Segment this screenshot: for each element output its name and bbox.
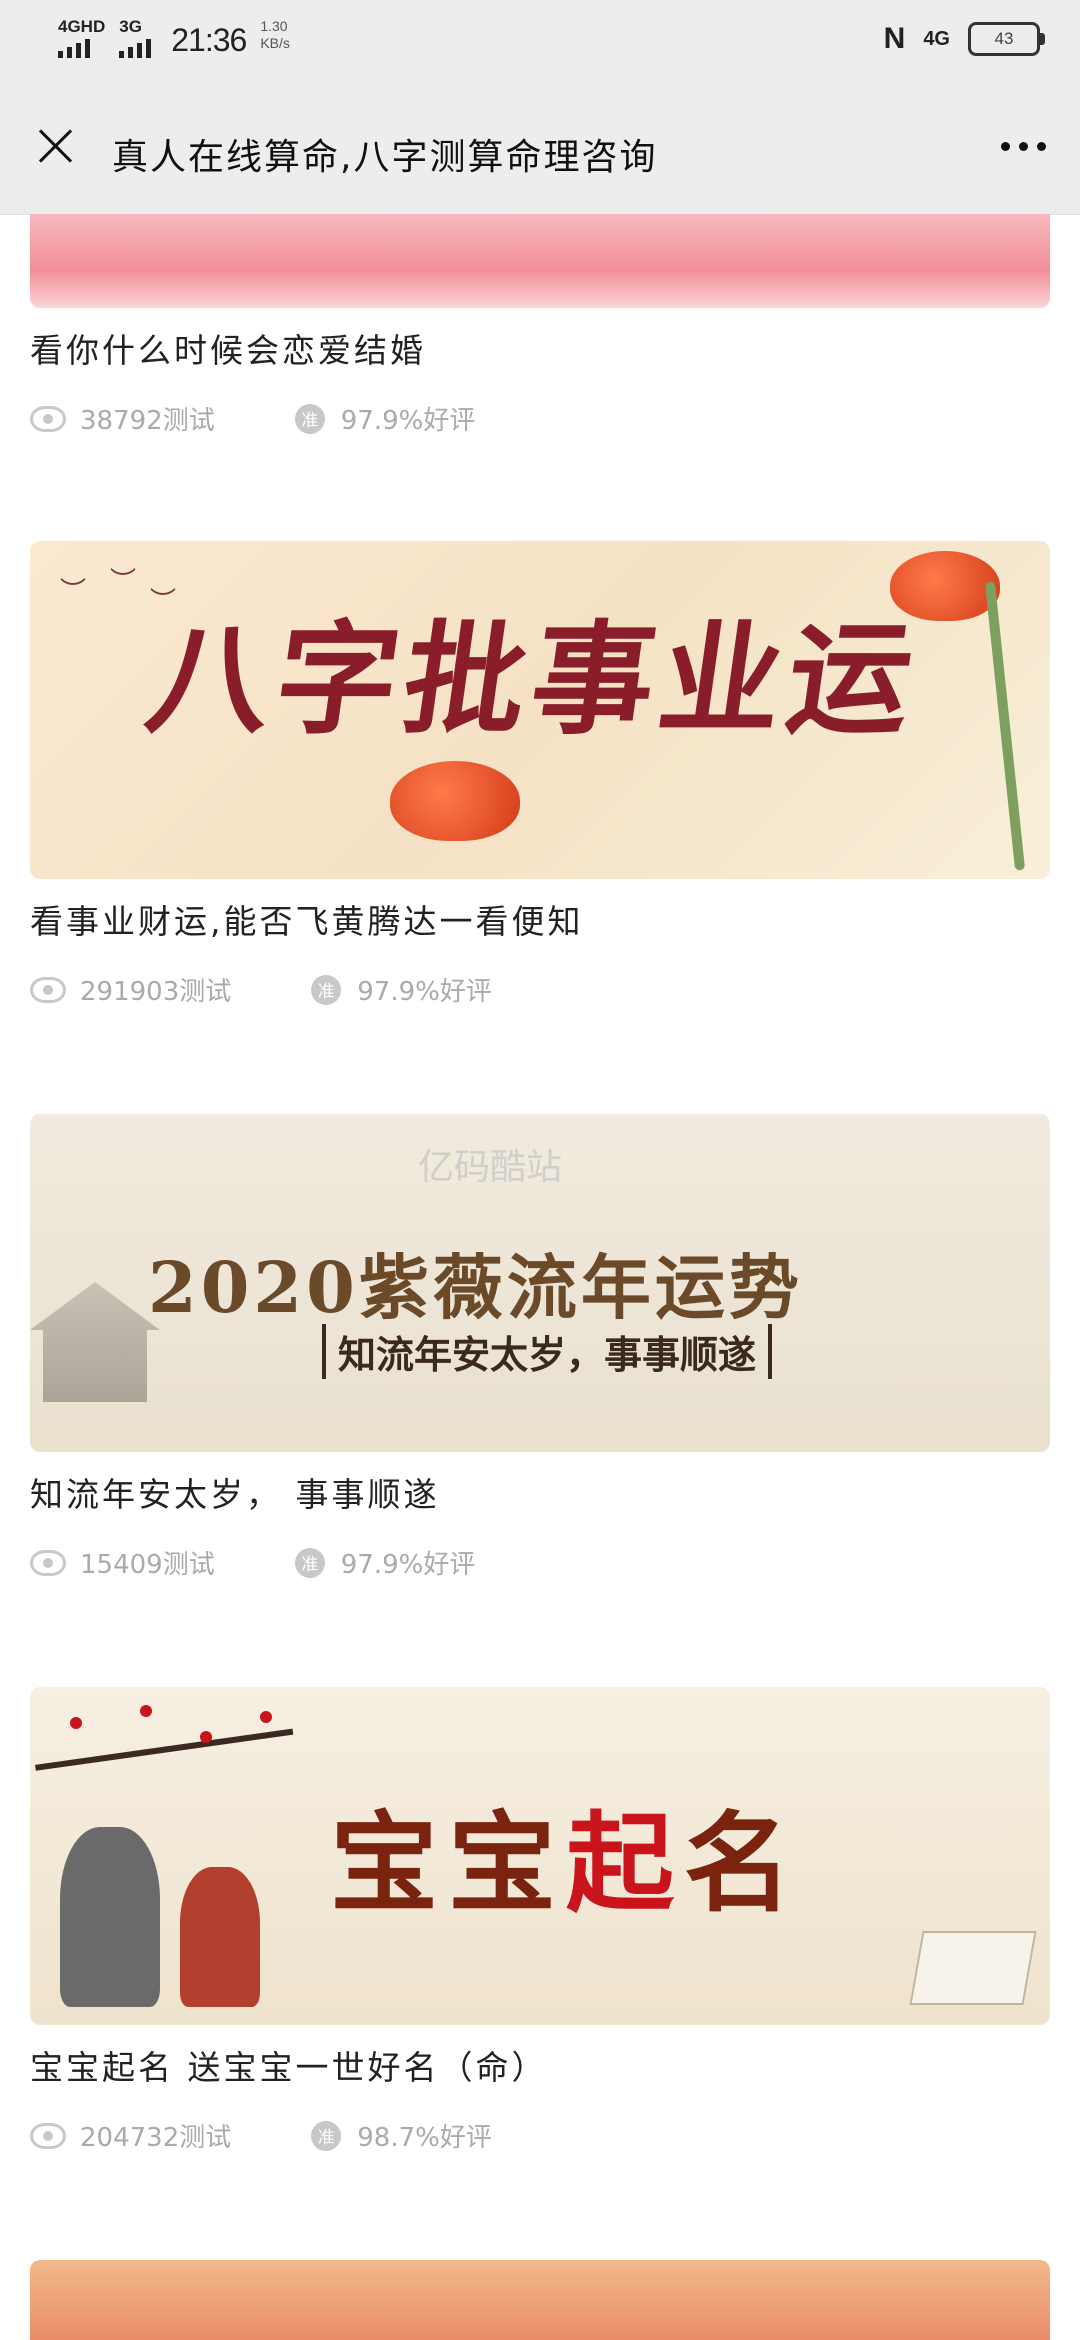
card-stats: 291903测试 准 97.9%好评 — [30, 971, 1050, 1008]
accuracy-badge-icon: 准 — [311, 2120, 342, 2151]
banner-subtitle: 知流年安太岁，事事顺遂 — [322, 1324, 773, 1379]
network-4g-label: 4G — [923, 27, 950, 50]
signal-3g: 3G — [119, 17, 152, 58]
blossom-icon — [260, 1711, 272, 1723]
banner-image[interactable]: 亿码酷站 2020紫薇流年运势 知流年安太岁，事事顺遂 — [30, 1114, 1050, 1452]
banner-image[interactable] — [30, 214, 1050, 308]
eye-icon — [30, 976, 66, 1003]
eye-icon — [30, 405, 66, 432]
battery-level: 43 — [994, 29, 1014, 48]
eye-icon — [30, 2122, 66, 2149]
plum-branch-icon — [30, 1687, 294, 1771]
signal-bars-icon — [58, 38, 90, 58]
eye-icon — [30, 1549, 66, 1576]
banner-title: 2020紫薇流年运势 — [148, 1246, 803, 1329]
blossom-icon — [200, 1731, 212, 1743]
network-label-1: 4GHD — [58, 17, 106, 36]
card-annual-fortune[interactable]: 亿码酷站 2020紫薇流年运势 知流年安太岁，事事顺遂 知流年安太岁， 事事顺遂… — [30, 1114, 1050, 1581]
banner-title: 八字批事业运 — [138, 607, 927, 751]
signal-bars-icon — [119, 38, 152, 58]
title-bar: 真人在线算命,八字测算命理咨询 — [0, 80, 1080, 215]
network-label-2: 3G — [119, 17, 142, 36]
view-count: 204732测试 — [80, 2123, 232, 2153]
speed-value: 1.30 — [260, 18, 288, 34]
page-title: 真人在线算命,八字测算命理咨询 — [112, 137, 658, 178]
battery-icon: 43 — [968, 22, 1045, 56]
view-count: 291903测试 — [80, 977, 232, 1007]
child-figure-icon — [180, 1867, 260, 2007]
banner-title: 宝宝起名 — [330, 1801, 803, 1927]
card-title[interactable]: 知流年安太岁， 事事顺遂 — [30, 1468, 1050, 1516]
blossom-icon — [140, 1705, 152, 1717]
card-career-fortune[interactable]: ︶ ︶ ︶ 八字批事业运 看事业财运,能否飞黄腾达一看便知 291903测试 准… — [30, 541, 1050, 1008]
accuracy-badge-icon: 准 — [311, 974, 342, 1005]
elder-figure-icon — [60, 1827, 160, 2007]
card-stats: 15409测试 准 97.9%好评 — [30, 1544, 1050, 1581]
banner-image[interactable]: ︶ ︶ ︶ 八字批事业运 — [30, 541, 1050, 879]
card-title[interactable]: 宝宝起名 送宝宝一世好名（命） — [30, 2041, 1050, 2089]
accuracy-badge-icon: 准 — [294, 403, 325, 434]
card-next[interactable] — [30, 2260, 1050, 2340]
pagoda-icon — [30, 1282, 160, 1402]
card-title[interactable]: 看事业财运,能否飞黄腾达一看便知 — [30, 895, 1050, 943]
book-icon — [909, 1931, 1037, 2005]
nfc-icon: N — [883, 22, 906, 55]
more-options-icon[interactable] — [1001, 142, 1046, 151]
banner-image[interactable]: 宝宝起名 — [30, 1687, 1050, 2025]
watermark-logo: 亿码酷站 — [418, 1147, 563, 1188]
card-title[interactable]: 看你什么时候会恋爱结婚 — [30, 324, 1050, 372]
status-bar: 4GHD 3G 21:36 1.30 KB/s N 4G 43 — [0, 0, 1080, 80]
view-count: 38792测试 — [80, 406, 215, 436]
card-love-marriage[interactable]: 看你什么时候会恋爱结婚 38792测试 准 97.9%好评 — [30, 214, 1050, 437]
network-speed: 1.30 KB/s — [260, 18, 290, 52]
card-stats: 38792测试 准 97.9%好评 — [30, 400, 1050, 437]
banner-image[interactable] — [30, 2260, 1050, 2340]
bird-icon: ︶ — [110, 567, 137, 597]
rating: 97.9%好评 — [357, 977, 492, 1007]
card-baby-naming[interactable]: 宝宝起名 宝宝起名 送宝宝一世好名（命） 204732测试 准 98.7%好评 — [30, 1687, 1050, 2154]
accuracy-badge-icon: 准 — [294, 1547, 325, 1578]
speed-unit: KB/s — [260, 35, 290, 51]
close-icon[interactable] — [30, 120, 80, 170]
signal-4ghd: 4GHD — [58, 18, 105, 58]
rating: 97.9%好评 — [340, 406, 476, 436]
koi-fish-icon — [390, 761, 520, 841]
view-count: 15409测试 — [80, 1550, 215, 1580]
card-stats: 204732测试 准 98.7%好评 — [30, 2117, 1050, 2154]
bird-icon: ︶ — [60, 577, 87, 607]
bamboo-icon — [984, 581, 1026, 871]
rating: 97.9%好评 — [340, 1550, 476, 1580]
clock: 21:36 — [171, 22, 247, 58]
rating: 98.7%好评 — [357, 2123, 492, 2153]
blossom-icon — [70, 1717, 82, 1729]
